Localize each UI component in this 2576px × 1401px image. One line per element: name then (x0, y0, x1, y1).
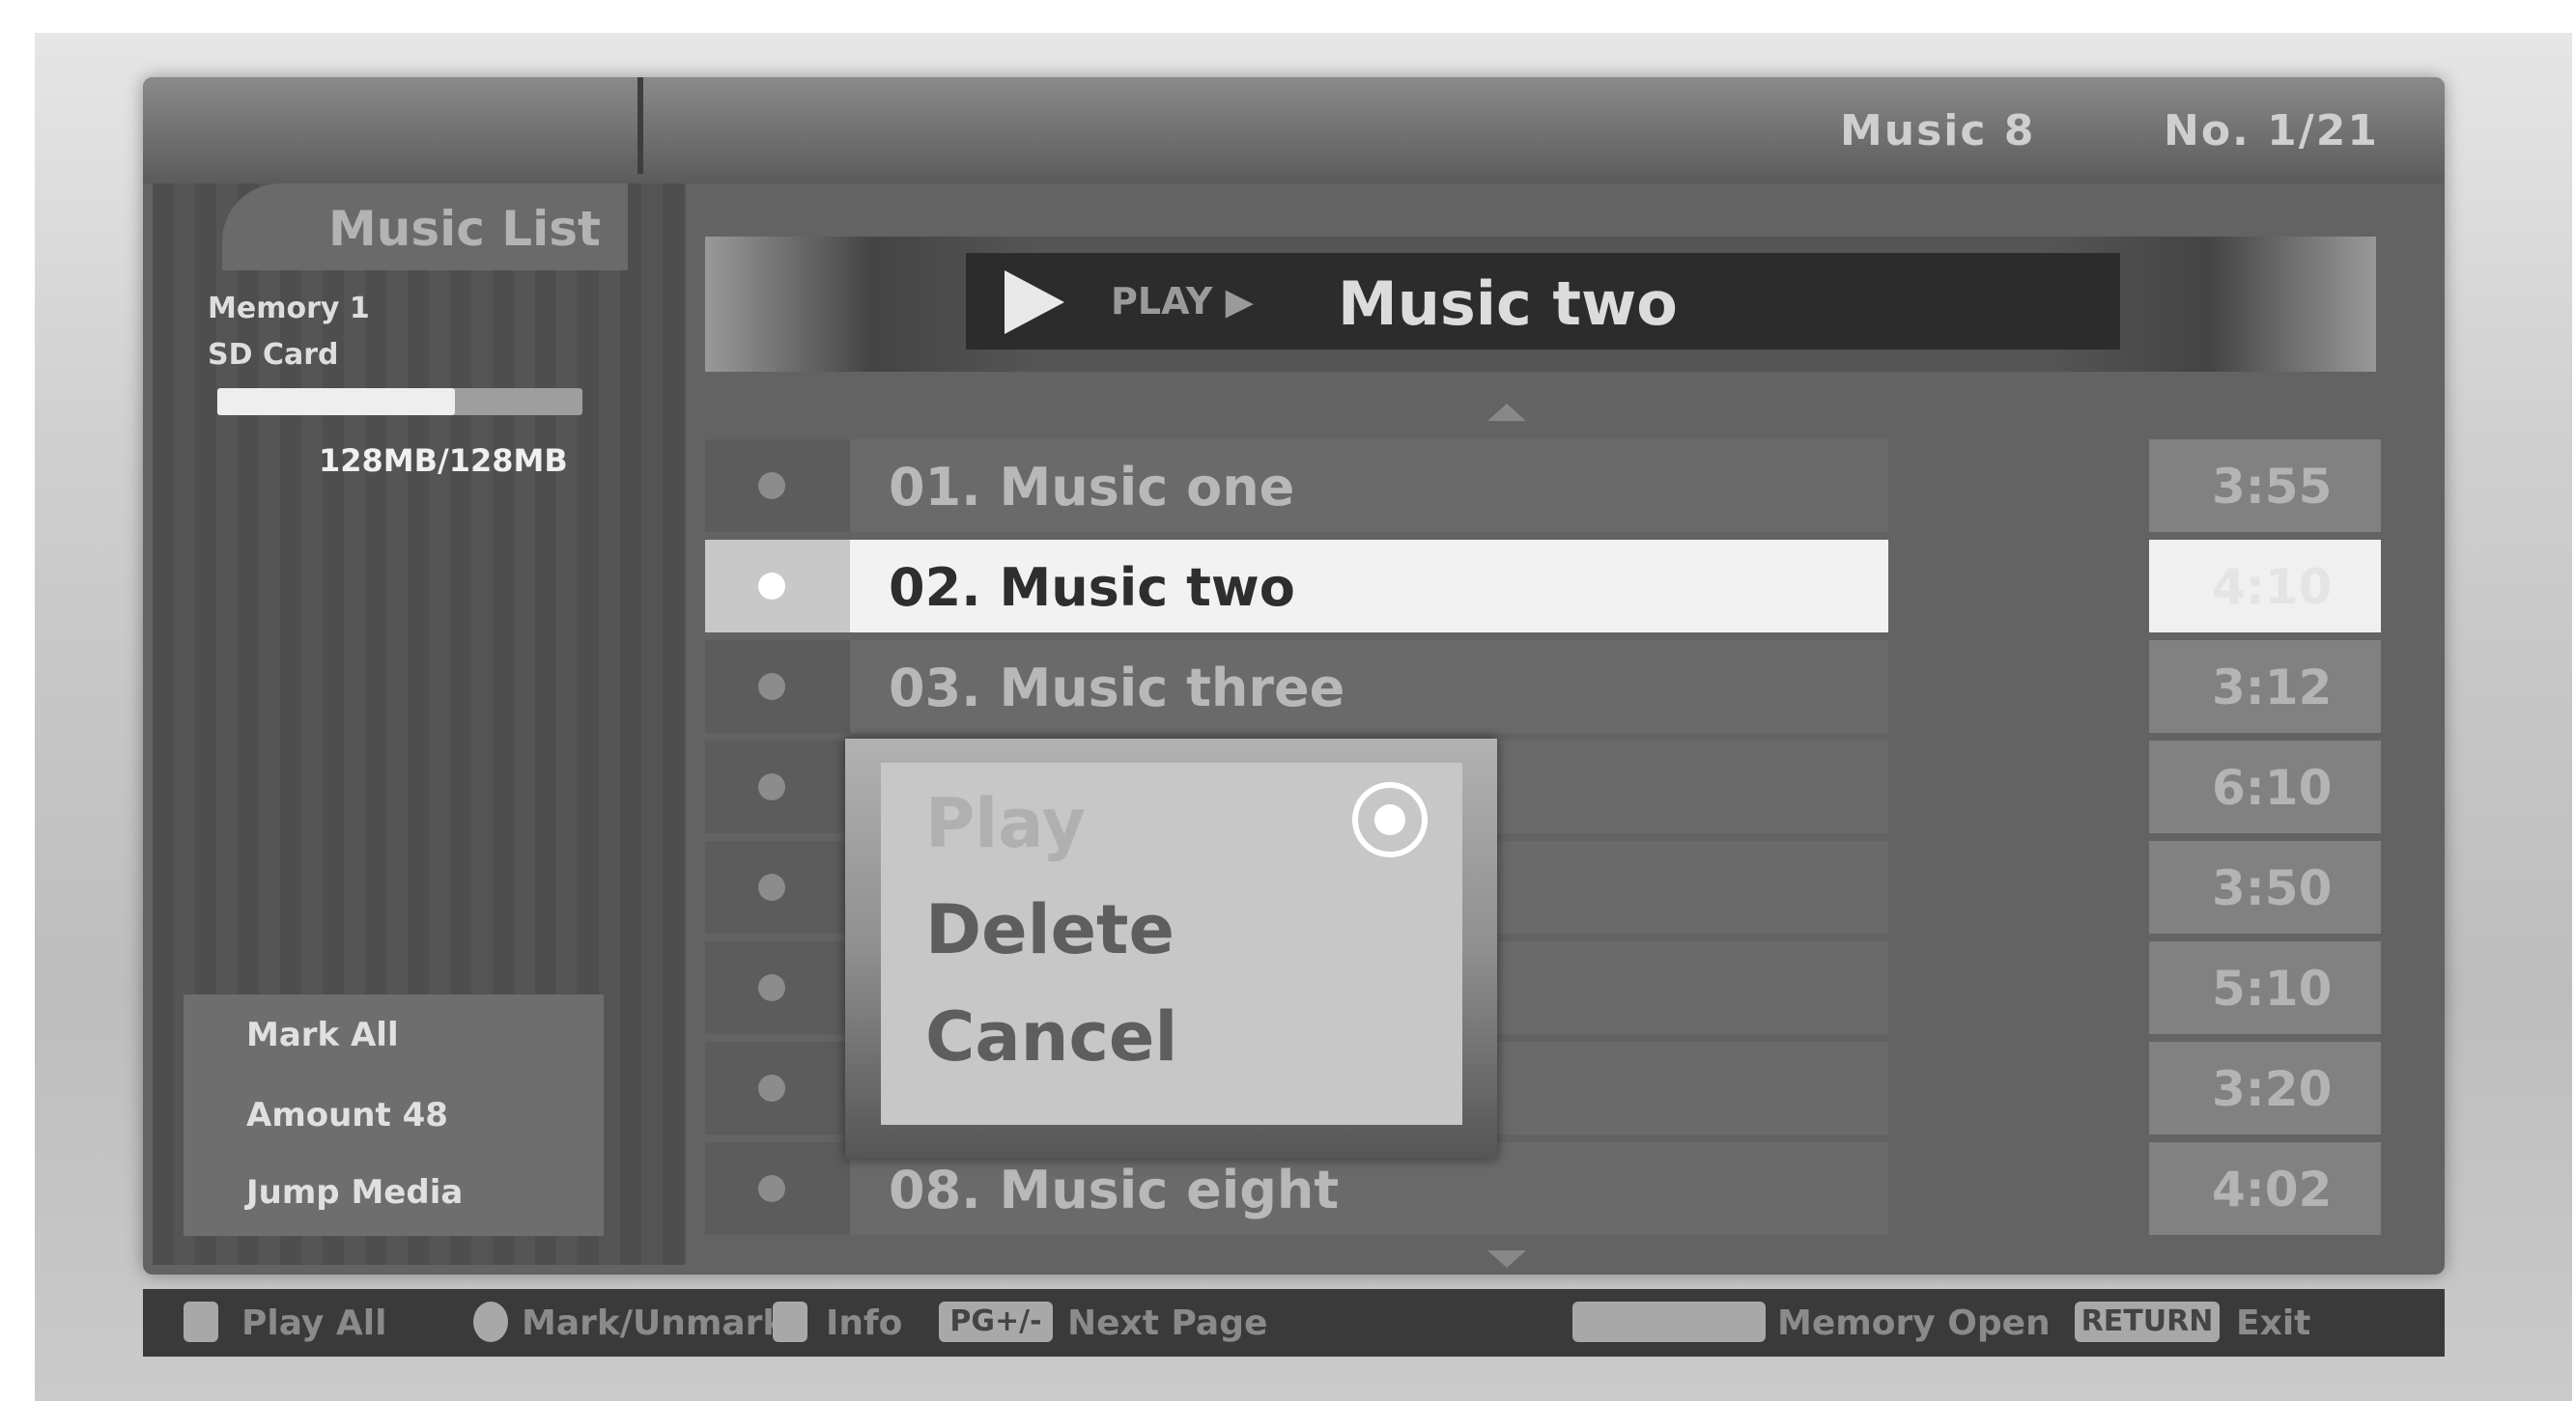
track-title: 02. Music two (889, 557, 1295, 618)
memory-usage-bar (217, 388, 582, 415)
track-row[interactable]: 01. Music one 3:55 (705, 439, 2381, 532)
track-number-cell (705, 1142, 850, 1235)
track-duration: 3:55 (2212, 459, 2333, 515)
top-divider (637, 77, 643, 174)
footer-exit: Exit (2236, 1303, 2311, 1343)
track-marker-icon (758, 974, 785, 1001)
info-key-icon (773, 1302, 807, 1342)
track-number-cell (705, 439, 850, 532)
track-marker-icon (758, 573, 785, 600)
track-marker-icon (758, 673, 785, 700)
footer-play-all: Play All (241, 1303, 387, 1343)
track-marker-icon (758, 1075, 785, 1102)
footer-memory-open: Memory Open (1777, 1303, 2051, 1343)
page-key: PG+/- (939, 1302, 1053, 1342)
menu-item-play[interactable]: Play (925, 784, 1086, 863)
info-amount: Amount 48 (246, 1096, 448, 1135)
track-marker-icon (758, 874, 785, 901)
track-row[interactable]: 02. Music two 4:10 (705, 540, 2381, 632)
exit-key: RETURN (2075, 1302, 2220, 1342)
track-position: No. 1/21 (2164, 106, 2380, 155)
track-duration: 3:50 (2212, 860, 2333, 916)
scroll-up-icon[interactable] (1487, 404, 1526, 421)
track-duration: 3:20 (2212, 1061, 2333, 1117)
scroll-down-icon[interactable] (1487, 1250, 1526, 1268)
info-mark-all: Mark All (246, 1016, 399, 1054)
track-title: 03. Music three (889, 658, 1345, 718)
track-duration: 4:02 (2212, 1162, 2333, 1218)
track-marker-icon (758, 472, 785, 499)
track-title: 01. Music one (889, 457, 1295, 518)
track-row[interactable]: 03. Music three 3:12 (705, 640, 2381, 733)
info-jump-media: Jump Media (246, 1173, 464, 1212)
track-marker-icon (758, 1175, 785, 1202)
card-label: SD Card (208, 338, 339, 372)
footer-mark-unmark: Mark/Unmark (522, 1303, 786, 1343)
track-number-cell (705, 941, 850, 1034)
play-icon (1005, 270, 1064, 334)
footer-next-page: Next Page (1067, 1303, 1268, 1343)
memory-key-icon (1572, 1302, 1766, 1342)
track-number-cell (705, 540, 850, 632)
track-duration: 3:12 (2212, 659, 2333, 715)
radio-selected-icon (1352, 782, 1428, 857)
track-marker-icon (758, 773, 785, 800)
now-playing-title: Music two (1338, 268, 1678, 339)
mark-key-icon (473, 1302, 508, 1342)
play-key-icon (184, 1302, 218, 1342)
track-number-cell (705, 741, 850, 833)
music-count: Music 8 (1840, 106, 2036, 155)
track-number-cell (705, 1042, 850, 1135)
now-playing-tag: PLAY ▶ (1111, 280, 1254, 322)
top-status-strip (143, 77, 2445, 183)
track-number-cell (705, 640, 850, 733)
memory-usage-fill (217, 388, 455, 415)
footer-info: Info (826, 1303, 903, 1343)
memory-size: 128MB/128MB (319, 442, 568, 479)
track-duration: 6:10 (2212, 760, 2333, 816)
radio-dot (1374, 804, 1405, 835)
menu-item-cancel[interactable]: Cancel (925, 997, 1177, 1077)
track-number-cell (705, 841, 850, 934)
menu-item-delete[interactable]: Delete (925, 890, 1175, 969)
track-title: 08. Music eight (889, 1160, 1340, 1220)
memory-label: Memory 1 (208, 292, 370, 325)
track-duration: 5:10 (2212, 961, 2333, 1017)
track-duration: 4:10 (2212, 559, 2333, 615)
sidebar-title: Music List (328, 201, 601, 257)
